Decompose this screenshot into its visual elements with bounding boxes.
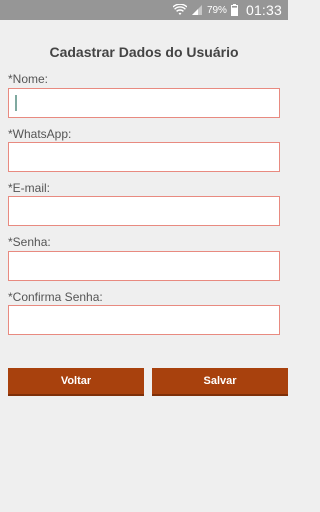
save-button[interactable]: Salvar bbox=[152, 368, 288, 396]
status-bar: 79% 01:33 bbox=[0, 0, 288, 20]
password-label: *Senha: bbox=[8, 235, 51, 249]
password-field[interactable] bbox=[8, 251, 280, 281]
confirm-password-label: *Confirma Senha: bbox=[8, 290, 103, 304]
clock: 01:33 bbox=[245, 2, 282, 18]
email-field[interactable] bbox=[8, 196, 280, 226]
text-cursor bbox=[15, 95, 17, 111]
signal-icon bbox=[191, 4, 203, 16]
whatsapp-field[interactable] bbox=[8, 142, 280, 172]
page-title: Cadastrar Dados do Usuário bbox=[49, 44, 239, 60]
whatsapp-label: *WhatsApp: bbox=[8, 127, 72, 141]
back-button[interactable]: Voltar bbox=[8, 368, 144, 396]
wifi-icon bbox=[172, 4, 187, 16]
confirm-password-field[interactable] bbox=[8, 305, 280, 335]
battery-icon bbox=[230, 4, 238, 16]
name-field[interactable] bbox=[8, 88, 280, 118]
email-label: *E-mail: bbox=[8, 181, 51, 195]
battery-percent: 79% bbox=[206, 4, 227, 16]
name-label: *Nome: bbox=[8, 72, 49, 86]
